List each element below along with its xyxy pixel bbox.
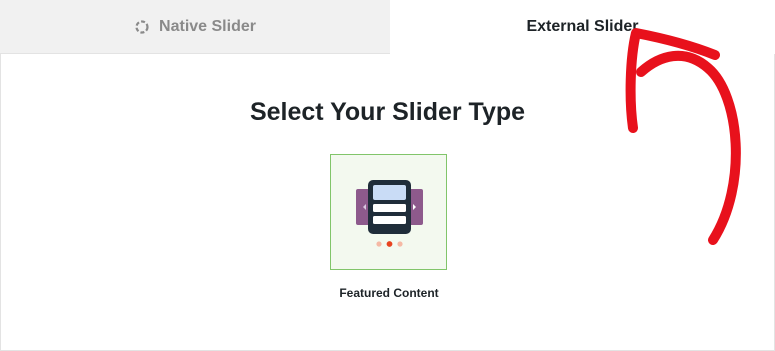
- tab-native-slider-label: Native Slider: [159, 17, 256, 35]
- featured-content-label: Featured Content: [339, 286, 439, 300]
- tab-native-slider[interactable]: Native Slider: [0, 0, 390, 54]
- featured-content-option[interactable]: [330, 154, 447, 270]
- loading-circle-icon: [134, 19, 150, 35]
- featured-content-slider-icon: [356, 180, 423, 247]
- red-hand-drawn-arrow-icon: [625, 28, 741, 245]
